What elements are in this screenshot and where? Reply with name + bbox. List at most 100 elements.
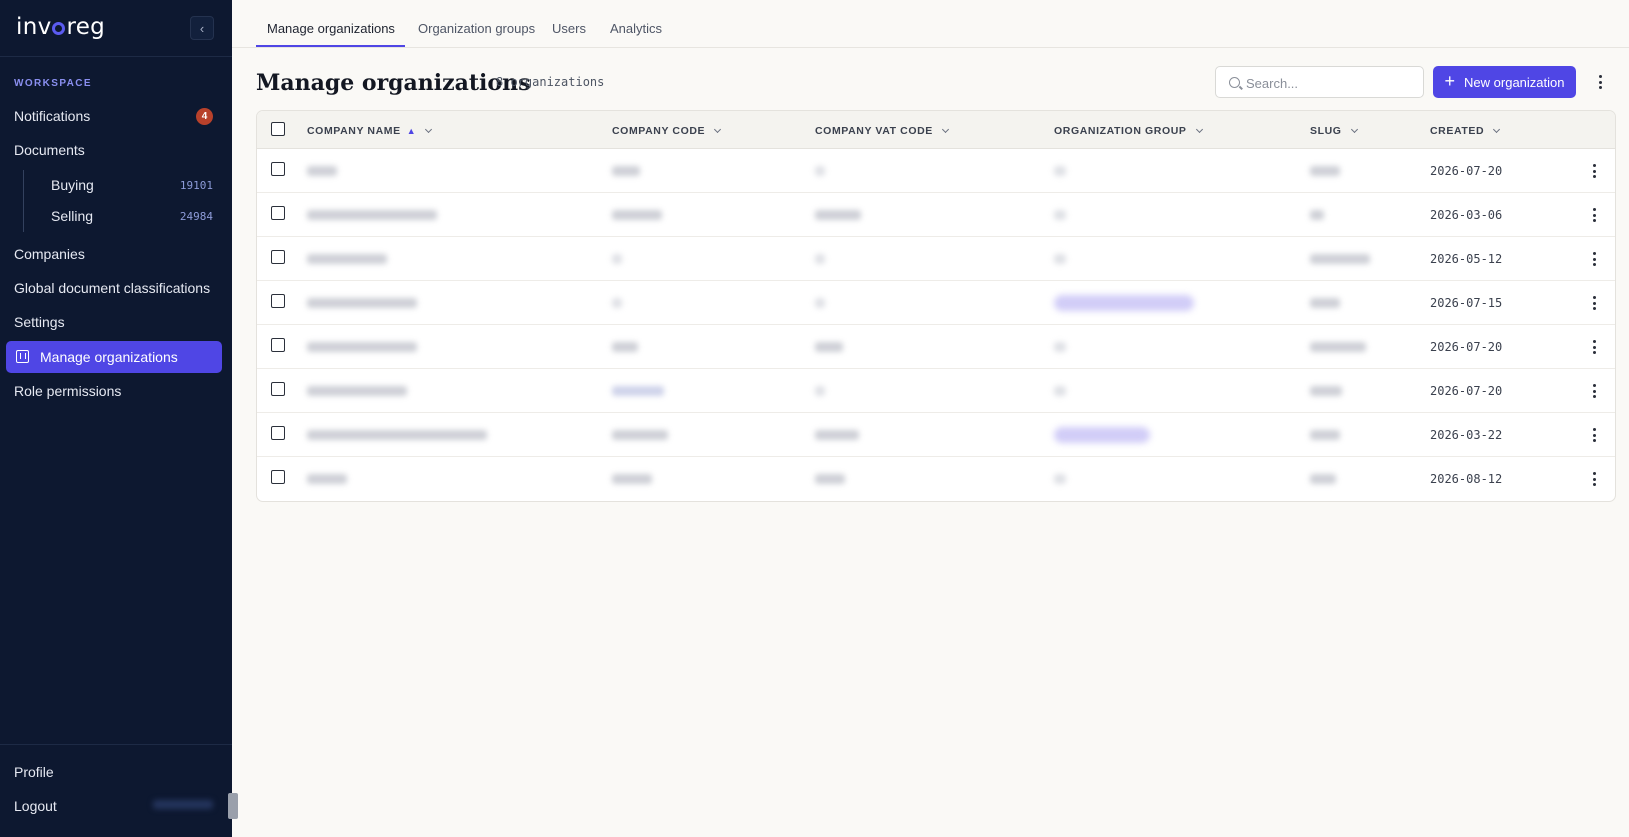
notifications-badge: 4 xyxy=(196,108,213,125)
company-name-redacted xyxy=(307,430,487,440)
row-checkbox[interactable] xyxy=(271,206,285,220)
table-row[interactable]: 2026-07-20 xyxy=(257,149,1615,193)
organizations-table: COMPANY NAME ▲ COMPANY CODE COMPANY VAT C… xyxy=(256,110,1616,502)
created-date: 2026-03-06 xyxy=(1430,208,1503,222)
column-header-organization-group[interactable]: ORGANIZATION GROUP xyxy=(1054,125,1203,137)
company-name-redacted xyxy=(307,210,437,220)
company-code-redacted xyxy=(612,210,662,220)
tree-connector xyxy=(23,170,24,232)
company-code-redacted xyxy=(612,342,638,352)
row-actions-icon[interactable] xyxy=(1587,250,1601,268)
sidebar-item-profile[interactable]: Profile xyxy=(14,764,54,780)
table-row[interactable]: 2026-07-15 xyxy=(257,281,1615,325)
column-header-company-vat-code[interactable]: COMPANY VAT CODE xyxy=(815,125,949,137)
sidebar-item-role-permissions[interactable]: Role permissions xyxy=(14,383,121,399)
sidebar-item-global-document-classifications[interactable]: Global document classifications xyxy=(14,280,210,296)
row-checkbox[interactable] xyxy=(271,426,285,440)
row-actions-icon[interactable] xyxy=(1587,338,1601,356)
organization-group-redacted xyxy=(1054,166,1066,176)
company-code-redacted xyxy=(612,430,668,440)
sidebar-item-settings[interactable]: Settings xyxy=(14,314,65,330)
chevron-down-icon xyxy=(941,125,949,134)
sidebar-item-manage-organizations[interactable]: Manage organizations xyxy=(6,341,222,373)
page-title: Manage organizations xyxy=(256,70,531,96)
row-actions-icon[interactable] xyxy=(1587,426,1601,444)
search-input[interactable] xyxy=(1246,73,1416,93)
row-checkbox[interactable] xyxy=(271,162,285,176)
row-actions-icon[interactable] xyxy=(1587,382,1601,400)
search-icon xyxy=(1229,77,1240,88)
slug-redacted xyxy=(1310,430,1340,440)
row-actions-icon[interactable] xyxy=(1587,294,1601,312)
chevron-left-icon: ‹ xyxy=(199,20,205,36)
slug-redacted xyxy=(1310,342,1366,352)
chevron-down-icon xyxy=(1350,125,1358,134)
collapse-sidebar-button[interactable]: ‹ xyxy=(190,16,214,40)
table-row[interactable]: 2026-07-20 xyxy=(257,369,1615,413)
chevron-down-icon xyxy=(425,125,433,134)
tab-analytics[interactable]: Analytics xyxy=(610,21,662,36)
slug-redacted xyxy=(1310,474,1336,484)
created-date: 2026-07-15 xyxy=(1430,296,1503,310)
chevron-down-icon xyxy=(1195,125,1203,134)
company-code-redacted xyxy=(612,298,622,308)
top-tabs: Manage organizations Organization groups… xyxy=(232,0,1629,48)
company-code-redacted xyxy=(612,474,652,484)
created-date: 2026-08-12 xyxy=(1430,472,1503,486)
table-row[interactable]: 2026-03-06 xyxy=(257,193,1615,237)
row-actions-icon[interactable] xyxy=(1587,470,1601,488)
select-all-checkbox[interactable] xyxy=(271,122,285,136)
sidebar-item-buying[interactable]: Buying xyxy=(51,177,94,193)
organization-group-redacted xyxy=(1054,210,1066,220)
organization-group-redacted xyxy=(1054,254,1066,264)
chevron-down-icon xyxy=(714,125,722,134)
row-checkbox[interactable] xyxy=(271,338,285,352)
plus-icon: + xyxy=(1444,71,1456,91)
table-row[interactable]: 2026-05-12 xyxy=(257,237,1615,281)
vat-code-redacted xyxy=(815,166,825,176)
created-date: 2026-05-12 xyxy=(1430,252,1503,266)
sidebar-item-selling[interactable]: Selling xyxy=(51,208,93,224)
tab-manage-organizations[interactable]: Manage organizations xyxy=(267,21,395,36)
user-chip-redacted xyxy=(153,800,213,809)
organization-group-redacted xyxy=(1054,474,1066,484)
column-header-created[interactable]: CREATED xyxy=(1430,125,1501,137)
row-checkbox[interactable] xyxy=(271,294,285,308)
column-label: ORGANIZATION GROUP xyxy=(1054,125,1187,137)
table-row[interactable]: 2026-07-20 xyxy=(257,325,1615,369)
column-header-slug[interactable]: SLUG xyxy=(1310,125,1358,137)
more-options-icon[interactable] xyxy=(1593,73,1607,91)
sort-ascending-icon: ▲ xyxy=(406,126,417,136)
column-header-company-name[interactable]: COMPANY NAME ▲ xyxy=(307,125,433,137)
brand-logo[interactable]: inv reg xyxy=(16,14,105,40)
row-actions-icon[interactable] xyxy=(1587,162,1601,180)
table-row[interactable]: 2026-08-12 xyxy=(257,457,1615,501)
vat-code-redacted xyxy=(815,298,825,308)
column-header-company-code[interactable]: COMPANY CODE xyxy=(612,125,722,137)
row-checkbox[interactable] xyxy=(271,382,285,396)
row-checkbox[interactable] xyxy=(271,470,285,484)
column-label: COMPANY CODE xyxy=(612,125,706,137)
row-checkbox[interactable] xyxy=(271,250,285,264)
active-tab-indicator xyxy=(256,45,405,47)
company-name-redacted xyxy=(307,298,417,308)
slug-redacted xyxy=(1310,386,1342,396)
sidebar-item-logout[interactable]: Logout xyxy=(14,798,57,814)
company-name-redacted xyxy=(307,474,347,484)
new-organization-button[interactable]: + New organization xyxy=(1433,66,1576,98)
divider xyxy=(0,744,232,745)
sidebar-item-notifications[interactable]: Notifications xyxy=(14,108,90,124)
created-date: 2026-03-22 xyxy=(1430,428,1503,442)
column-label: CREATED xyxy=(1430,125,1485,137)
scrollbar[interactable] xyxy=(228,793,238,819)
created-date: 2026-07-20 xyxy=(1430,384,1503,398)
row-actions-icon[interactable] xyxy=(1587,206,1601,224)
tab-organization-groups[interactable]: Organization groups xyxy=(418,21,535,36)
tab-users[interactable]: Users xyxy=(552,21,586,36)
company-name-redacted xyxy=(307,166,337,176)
vat-code-redacted xyxy=(815,430,859,440)
company-name-redacted xyxy=(307,386,407,396)
sidebar-item-documents[interactable]: Documents xyxy=(14,142,85,158)
table-row[interactable]: 2026-03-22 xyxy=(257,413,1615,457)
sidebar-item-companies[interactable]: Companies xyxy=(14,246,85,262)
